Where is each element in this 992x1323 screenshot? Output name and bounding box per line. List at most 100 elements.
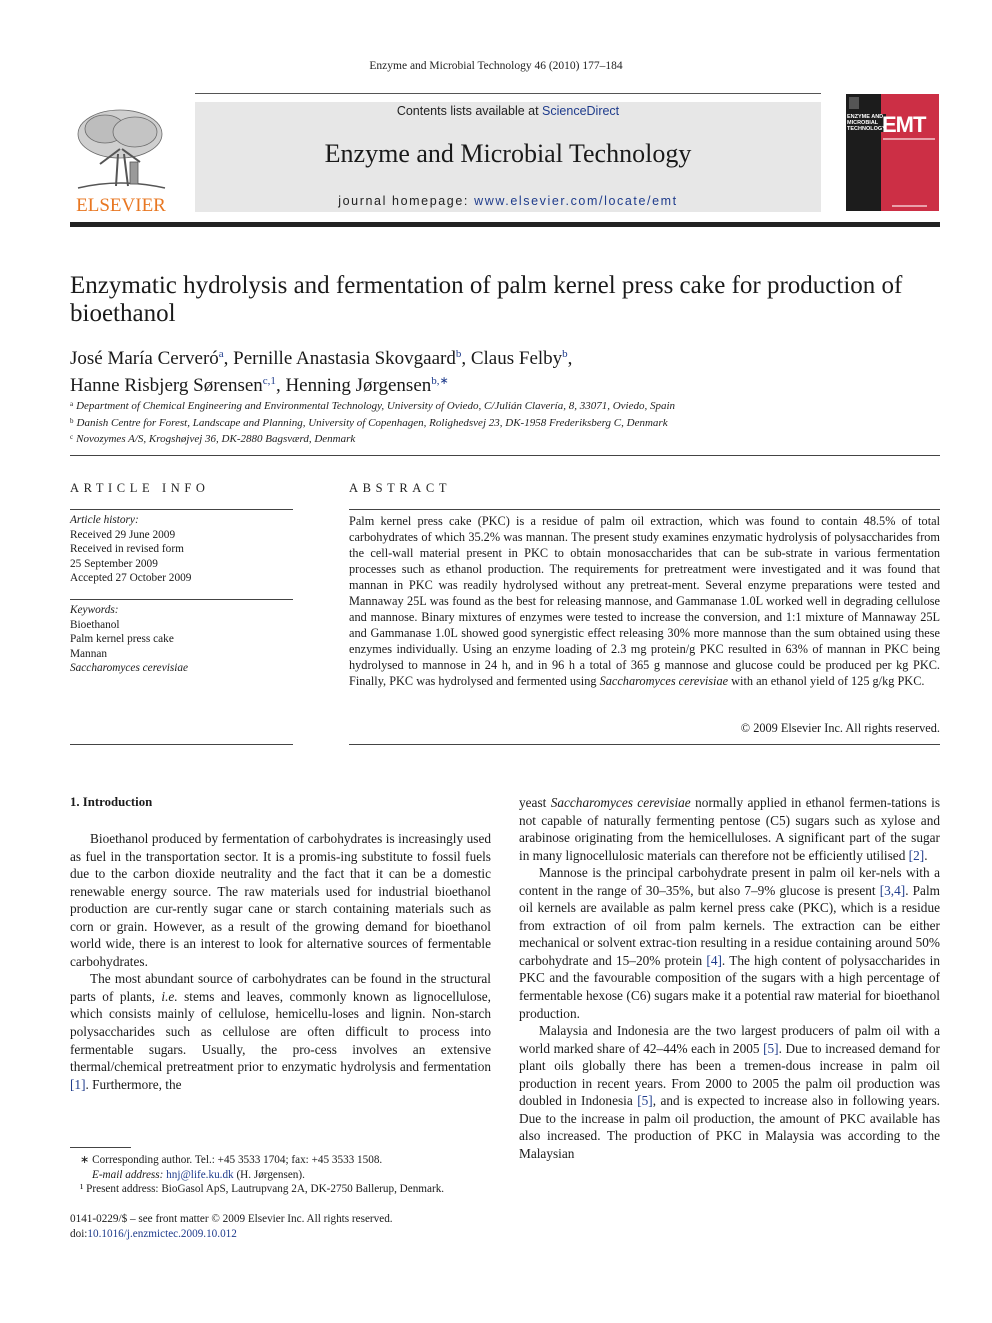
journal-banner: Contents lists available at ScienceDirec… bbox=[195, 102, 821, 212]
running-head: Enzyme and Microbial Technology 46 (2010… bbox=[369, 60, 623, 72]
text-run: . Furthermore, the bbox=[85, 1076, 182, 1092]
cover-logo-square bbox=[849, 97, 859, 109]
header-thick-rule bbox=[70, 222, 940, 227]
keyword: Bioethanol bbox=[70, 618, 120, 631]
email-label: E-mail address: bbox=[92, 1168, 167, 1181]
cover-abbrev: EMT bbox=[882, 112, 926, 137]
citation-link[interactable]: [5] bbox=[763, 1041, 779, 1056]
history-entry: 25 September 2009 bbox=[70, 557, 158, 570]
footnote-rule bbox=[70, 1147, 131, 1148]
body-column-left: Bioethanol produced by fermentation of c… bbox=[70, 830, 491, 1093]
email-link[interactable]: hnj@life.ku.dk bbox=[166, 1169, 233, 1181]
abstract-part: with an ethanol yield of 125 g/kg PKC. bbox=[728, 674, 925, 688]
citation-link[interactable]: [2] bbox=[909, 848, 925, 863]
affiliation: c Novozymes A/S, Krogshøjvej 36, DK-2880 … bbox=[70, 430, 950, 447]
divider bbox=[70, 599, 293, 600]
text-run: i.e. bbox=[161, 988, 178, 1004]
author[interactable]: José María Cerveróa bbox=[70, 348, 224, 369]
history-entry: Accepted 27 October 2009 bbox=[70, 572, 192, 584]
keyword: Palm kernel press cake bbox=[70, 633, 174, 645]
author-name: Pernille Anastasia Skovgaard bbox=[233, 348, 456, 369]
cover-footer-bar bbox=[892, 205, 927, 207]
footnote-email: E-mail address: hnj@life.ku.dk (H. Jørge… bbox=[70, 1168, 500, 1183]
species-name: Saccharomyces cerevisiae bbox=[550, 795, 691, 810]
divider bbox=[349, 509, 940, 510]
affiliation-text: Department of Chemical Engineering and E… bbox=[76, 400, 676, 412]
contents-line: Contents lists available at ScienceDirec… bbox=[195, 104, 821, 118]
homepage-prefix: journal homepage: bbox=[338, 194, 475, 208]
divider bbox=[70, 744, 293, 745]
paragraph: Malaysia and Indonesia are the two large… bbox=[519, 1022, 940, 1162]
sciencedirect-link[interactable]: ScienceDirect bbox=[542, 104, 619, 118]
email-suffix: (H. Jørgensen). bbox=[233, 1168, 305, 1181]
history-entry: Received in revised form bbox=[70, 543, 184, 555]
front-matter: 0141-0229/$ – see front matter © 2009 El… bbox=[70, 1212, 500, 1241]
author[interactable]: Henning Jørgensenb,∗ bbox=[285, 375, 448, 396]
author-name: Henning Jørgensen bbox=[285, 375, 432, 396]
author-separator: , bbox=[567, 348, 573, 369]
citation-link[interactable]: [1] bbox=[70, 1077, 86, 1092]
author-name: Hanne Risbjerg Sørensen bbox=[70, 375, 263, 396]
doi-line: doi:10.1016/j.enzmictec.2009.10.012 bbox=[70, 1227, 500, 1242]
keyword: Mannan bbox=[70, 647, 108, 660]
affiliation-key: a bbox=[70, 400, 74, 408]
author-name: Claus Felby bbox=[470, 348, 563, 369]
article-history: Article history: Received 29 June 2009 R… bbox=[70, 513, 293, 586]
author-separator: , bbox=[275, 375, 286, 396]
text-run: Mannose is the principal carbohydrate pr… bbox=[519, 865, 940, 898]
article-info-heading: ARTICLE INFO bbox=[70, 481, 210, 495]
keywords: Keywords: Bioethanol Palm kernel press c… bbox=[70, 603, 293, 676]
journal-cover-thumbnail[interactable]: ENZYME AND MICROBIAL TECHNOLOGY EMT bbox=[846, 94, 939, 211]
keyword: Saccharomyces cerevisiae bbox=[70, 662, 189, 674]
divider bbox=[349, 744, 940, 745]
divider bbox=[70, 509, 293, 510]
doi-prefix: doi: bbox=[70, 1227, 88, 1240]
author-separator: , bbox=[461, 348, 471, 369]
cover-dark-band bbox=[846, 94, 881, 211]
paragraph: Bioethanol produced by fermentation of c… bbox=[70, 831, 491, 969]
journal-homepage: journal homepage: www.elsevier.com/locat… bbox=[195, 194, 821, 208]
elsevier-wordmark: ELSEVIER bbox=[76, 195, 166, 216]
author[interactable]: Claus Felbyb bbox=[471, 348, 568, 369]
affiliation-marker[interactable]: b,∗ bbox=[431, 375, 448, 387]
footnote-corresponding: ∗ Corresponding author. Tel.: +45 3533 1… bbox=[80, 1154, 383, 1166]
doi-link[interactable]: 10.1016/j.enzmictec.2009.10.012 bbox=[87, 1228, 236, 1240]
author-list: José María Cerveróa, Pernille Anastasia … bbox=[70, 343, 950, 397]
issn-line: 0141-0229/$ – see front matter © 2009 El… bbox=[70, 1213, 393, 1225]
author[interactable]: Pernille Anastasia Skovgaardb bbox=[233, 348, 461, 369]
cover-label-line: TECHNOLOGY bbox=[847, 126, 886, 132]
paragraph: Mannose is the principal carbohydrate pr… bbox=[519, 864, 940, 1022]
cover-label: ENZYME AND MICROBIAL TECHNOLOGY bbox=[847, 114, 886, 132]
footnote-present-address: ¹ Present address: BioGasol ApS, Lautrup… bbox=[80, 1183, 445, 1195]
affiliations: a Department of Chemical Engineering and … bbox=[70, 397, 950, 447]
affiliation-key: c bbox=[70, 433, 74, 441]
affiliation: b Danish Centre for Forest, Landscape and… bbox=[70, 414, 950, 431]
contents-prefix: Contents lists available at bbox=[396, 104, 543, 118]
affiliation-rule bbox=[70, 455, 940, 456]
author[interactable]: Hanne Risbjerg Sørensenc,1 bbox=[70, 375, 276, 396]
affiliation: a Department of Chemical Engineering and … bbox=[70, 397, 950, 414]
keywords-label: Keywords: bbox=[70, 604, 119, 616]
affiliation-key: b bbox=[70, 416, 74, 425]
abstract-heading: ABSTRACT bbox=[349, 481, 452, 495]
species-name: Saccharomyces cerevisiae bbox=[599, 674, 729, 688]
citation-link[interactable]: [4] bbox=[706, 953, 722, 968]
author-separator: , bbox=[223, 348, 234, 369]
citation-link[interactable]: [3,4] bbox=[880, 883, 905, 898]
footnotes: ∗ Corresponding author. Tel.: +45 3533 1… bbox=[70, 1153, 500, 1197]
paragraph: The most abundant source of carbohydrate… bbox=[70, 970, 491, 1093]
paragraph: yeast Saccharomyces cerevisiae normally … bbox=[519, 794, 940, 864]
homepage-link[interactable]: www.elsevier.com/locate/emt bbox=[474, 194, 678, 208]
abstract-part: Palm kernel press cake (PKC) is a residu… bbox=[349, 514, 940, 688]
body-column-right: yeast Saccharomyces cerevisiae normally … bbox=[519, 794, 940, 1162]
affiliation-text: Novozymes A/S, Krogshøjvej 36, DK-2880 B… bbox=[76, 433, 356, 445]
citation-link[interactable]: [5] bbox=[637, 1093, 653, 1108]
history-label: Article history: bbox=[70, 514, 139, 526]
article-title: Enzymatic hydrolysis and fermentation of… bbox=[70, 272, 903, 327]
abstract-text: Palm kernel press cake (PKC) is a residu… bbox=[349, 513, 940, 689]
affiliation-marker[interactable]: c,1 bbox=[263, 375, 276, 387]
copyright: © 2009 Elsevier Inc. All rights reserved… bbox=[740, 721, 940, 735]
affiliation-text: Danish Centre for Forest, Landscape and … bbox=[76, 416, 668, 429]
text-run: . bbox=[924, 847, 928, 863]
author-name: José María Cerveró bbox=[70, 348, 219, 369]
